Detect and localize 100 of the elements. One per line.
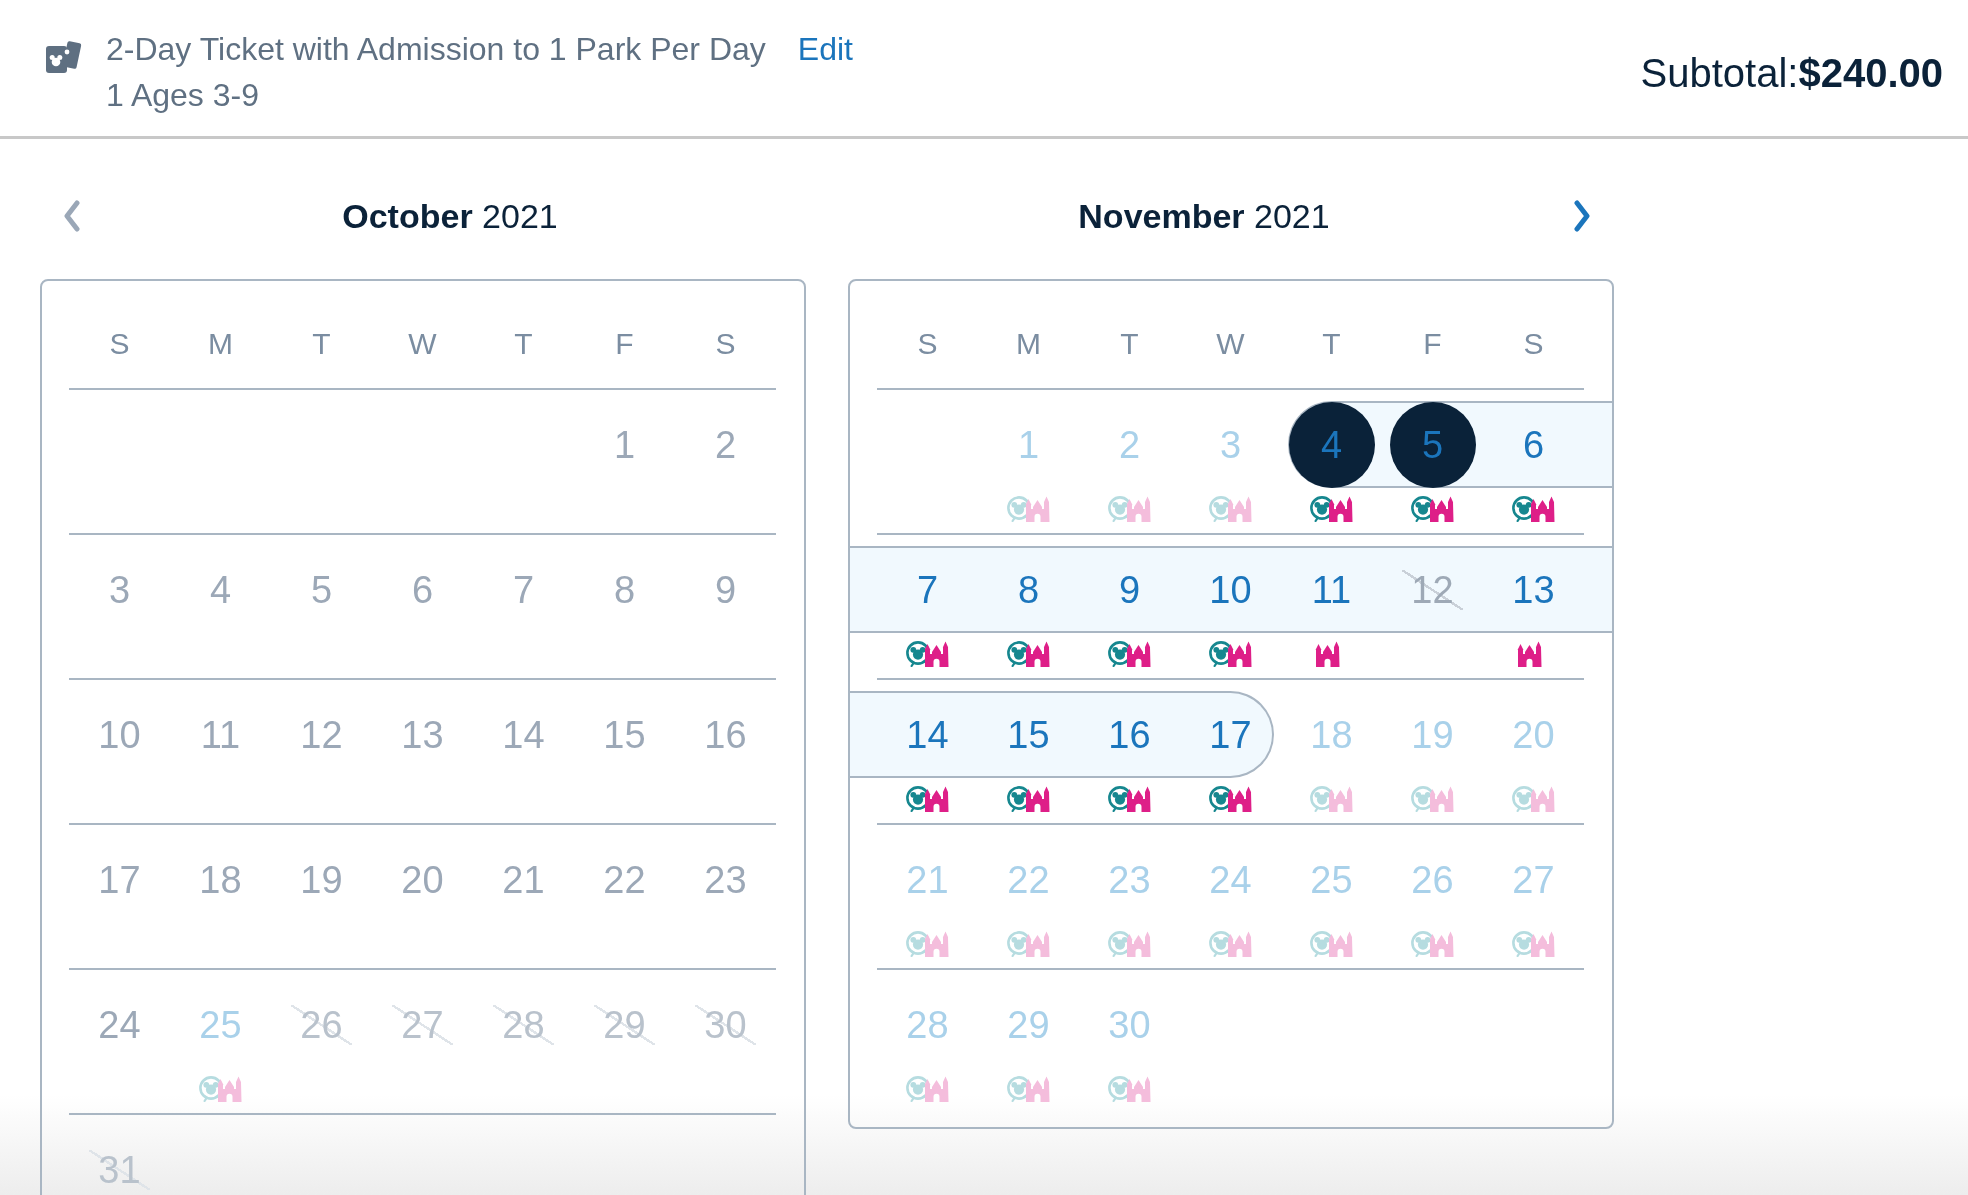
castle-icon xyxy=(1124,931,1153,957)
weekday-label: F xyxy=(1423,326,1442,362)
castle-icon xyxy=(1124,641,1153,667)
month-title: October 2021 xyxy=(342,196,558,237)
castle-icon xyxy=(1225,496,1254,522)
date-number[interactable]: 4 xyxy=(1288,401,1375,488)
castle-icon xyxy=(1515,641,1544,667)
date-number: 9 xyxy=(714,569,737,610)
date-number[interactable]: 19 xyxy=(1411,714,1454,755)
date-number[interactable]: 27 xyxy=(1512,859,1555,900)
guest-count: 1 Ages 3-9 xyxy=(106,76,259,115)
subtotal-amount: $240.00 xyxy=(1798,50,1943,96)
date-number[interactable]: 2 xyxy=(1118,424,1141,465)
date-number[interactable]: 7 xyxy=(916,569,939,610)
weekday-label: T xyxy=(1120,326,1139,362)
date-number[interactable]: 8 xyxy=(1017,569,1040,610)
castle-icon xyxy=(1023,1076,1052,1102)
date-number: 12 xyxy=(300,714,343,755)
castle-icon xyxy=(1225,641,1254,667)
castle-icon xyxy=(1124,496,1153,522)
date-number: 18 xyxy=(199,859,242,900)
castle-icon xyxy=(1326,496,1355,522)
date-number: 17 xyxy=(98,859,141,900)
castle-icon xyxy=(1023,931,1052,957)
chevron-left-icon xyxy=(62,200,82,232)
edit-link[interactable]: Edit xyxy=(797,26,853,72)
date-number[interactable]: 30 xyxy=(1108,1004,1151,1045)
date-number[interactable]: 11 xyxy=(1311,569,1352,610)
date-number[interactable]: 22 xyxy=(1007,859,1050,900)
weekday-label: T xyxy=(312,326,331,362)
date-number[interactable]: 28 xyxy=(906,1004,949,1045)
castle-icon xyxy=(922,786,951,812)
date-number: 3 xyxy=(108,569,131,610)
date-number[interactable]: 6 xyxy=(1522,424,1545,465)
castle-icon xyxy=(1225,931,1254,957)
date-number[interactable]: 21 xyxy=(906,859,949,900)
castle-icon xyxy=(1023,786,1052,812)
weekday-label: M xyxy=(208,326,233,362)
weekday-label: S xyxy=(109,326,130,362)
date-number[interactable]: 10 xyxy=(1209,569,1252,610)
date-number: 2 xyxy=(714,424,737,465)
date-number: 4 xyxy=(209,569,232,610)
castle-icon xyxy=(215,1076,244,1102)
castle-icon xyxy=(1427,786,1456,812)
date-number[interactable]: 26 xyxy=(1411,859,1454,900)
date-number: 15 xyxy=(603,714,646,755)
weekday-label: W xyxy=(408,326,437,362)
chevron-right-icon xyxy=(1572,200,1592,232)
castle-icon xyxy=(1528,496,1557,522)
subtotal-label: Subtotal: xyxy=(1640,50,1799,96)
date-number[interactable]: 14 xyxy=(906,714,949,755)
date-number[interactable]: 1 xyxy=(1017,424,1040,465)
weekday-label: S xyxy=(1523,326,1544,362)
date-number[interactable]: 16 xyxy=(1108,714,1151,755)
date-number: 8 xyxy=(613,569,636,610)
date-number: 12 xyxy=(1402,569,1463,610)
date-number: 28 xyxy=(493,1004,554,1045)
castle-icon xyxy=(1528,786,1557,812)
date-number[interactable]: 29 xyxy=(1007,1004,1050,1045)
date-number: 16 xyxy=(704,714,747,755)
castle-icon xyxy=(1023,496,1052,522)
date-number: 22 xyxy=(603,859,646,900)
weekday-label: F xyxy=(615,326,634,362)
castle-icon xyxy=(1124,1076,1153,1102)
date-number[interactable]: 15 xyxy=(1007,714,1050,755)
date-number[interactable]: 24 xyxy=(1209,859,1252,900)
castle-icon xyxy=(1528,931,1557,957)
weekday-label: S xyxy=(715,326,736,362)
date-number[interactable]: 3 xyxy=(1219,424,1242,465)
castle-icon xyxy=(1427,931,1456,957)
date-number[interactable]: 25 xyxy=(1310,859,1353,900)
weekday-label: T xyxy=(514,326,533,362)
castle-icon xyxy=(1225,786,1254,812)
weekday-label: W xyxy=(1216,326,1245,362)
date-number: 5 xyxy=(310,569,333,610)
date-number: 13 xyxy=(401,714,444,755)
date-number: 21 xyxy=(502,859,545,900)
date-number: 6 xyxy=(411,569,434,610)
date-number[interactable]: 20 xyxy=(1512,714,1555,755)
castle-icon xyxy=(922,931,951,957)
date-number[interactable]: 13 xyxy=(1512,569,1555,610)
date-number[interactable]: 18 xyxy=(1310,714,1353,755)
weekday-label: M xyxy=(1016,326,1041,362)
date-number: 24 xyxy=(98,1004,141,1045)
date-number: 14 xyxy=(502,714,545,755)
date-number: 27 xyxy=(392,1004,453,1045)
date-number: 26 xyxy=(291,1004,352,1045)
date-number: 10 xyxy=(98,714,141,755)
date-number: 7 xyxy=(512,569,535,610)
castle-icon xyxy=(1326,786,1355,812)
date-number[interactable]: 17 xyxy=(1209,714,1252,755)
date-number[interactable]: 9 xyxy=(1118,569,1141,610)
date-number[interactable]: 25 xyxy=(199,1004,242,1045)
date-number: 31 xyxy=(89,1149,150,1190)
date-number: 1 xyxy=(613,424,636,465)
castle-icon xyxy=(1023,641,1052,667)
castle-icon xyxy=(1313,641,1342,667)
date-number[interactable]: 23 xyxy=(1108,859,1151,900)
date-number: 30 xyxy=(695,1004,756,1045)
castle-icon xyxy=(922,1076,951,1102)
